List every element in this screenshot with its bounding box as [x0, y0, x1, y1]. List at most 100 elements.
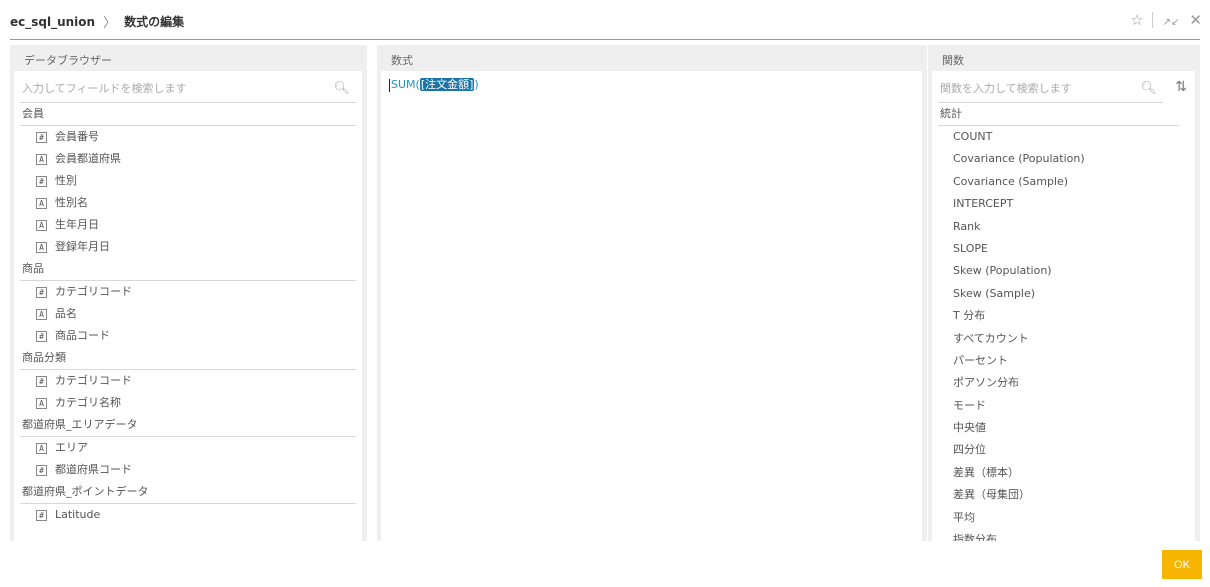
field-item[interactable]: A 会員都道府県	[14, 148, 362, 170]
field-item[interactable]: # 会員番号	[14, 126, 362, 148]
field-name: 商品コード	[55, 329, 110, 342]
breadcrumb-source[interactable]: ec_sql_union	[10, 15, 95, 29]
formula-editor[interactable]: SUM([注文金額])	[381, 71, 922, 541]
function-item[interactable]: 平均	[932, 507, 1195, 529]
field-name: 性別	[55, 174, 77, 187]
numeric-type-icon: #	[36, 509, 47, 521]
numeric-type-icon: #	[36, 131, 47, 143]
functions-body: 🔍︎ ⇅ 統計 COUNTCovariance (Population)Cova…	[932, 71, 1195, 541]
data-browser-title: データブラウザー	[24, 54, 112, 67]
function-item[interactable]: 差異（標本）	[932, 462, 1195, 484]
field-search-input[interactable]	[20, 75, 356, 101]
text-type-icon: A	[36, 153, 47, 165]
breadcrumb-separator: 〉	[103, 16, 117, 31]
function-item[interactable]: Covariance (Sample)	[932, 171, 1195, 193]
function-list: COUNT Covariance (Population) Covariance (…	[932, 126, 1195, 541]
close-icon[interactable]: ✕	[1189, 12, 1202, 28]
function-item[interactable]: 中央値	[932, 417, 1195, 439]
function-search-input[interactable]	[938, 75, 1163, 101]
function-item[interactable]: INTERCEPT	[932, 193, 1195, 215]
formula-close-paren: )	[474, 78, 479, 91]
field-item[interactable]: # カテゴリコード	[14, 370, 362, 392]
star-icon[interactable]: ☆	[1130, 12, 1143, 28]
numeric-type-icon: #	[36, 375, 47, 387]
field-item[interactable]: # 商品コード	[14, 325, 362, 347]
formula-text[interactable]: SUM([注文金額])	[389, 76, 479, 92]
field-item[interactable]: A 品名	[14, 303, 362, 325]
sort-icon[interactable]: ⇅	[1175, 79, 1187, 95]
field-search: 🔍︎	[20, 75, 356, 103]
text-type-icon: A	[36, 308, 47, 320]
function-item[interactable]: SLOPE	[932, 238, 1195, 260]
field-item[interactable]: A 登録年月日	[14, 236, 362, 258]
function-item[interactable]: T 分布	[932, 305, 1195, 327]
numeric-type-icon: #	[36, 175, 47, 187]
field-name: 品名	[55, 307, 77, 320]
search-icon[interactable]: 🔍︎	[1140, 81, 1157, 96]
collapse-icon[interactable]: ↗↙	[1163, 15, 1180, 31]
functions-title: 関数	[942, 54, 964, 67]
field-name: 会員都道府県	[55, 152, 121, 165]
numeric-type-icon: #	[36, 286, 47, 298]
formula-title: 数式	[391, 54, 413, 67]
data-browser-body: 🔍︎ 会員 # 会員番号 A 会員都道府県 # 性別 A 性別名 A 生年月日 A 登録年月日商品 # カテ…	[14, 71, 362, 541]
field-name: 会員番号	[55, 130, 99, 143]
function-search-row: 🔍︎ ⇅	[938, 75, 1189, 103]
page-title: 数式の編集	[124, 15, 185, 29]
function-item[interactable]: 差異（母集団）	[932, 484, 1195, 506]
search-icon[interactable]: 🔍︎	[333, 81, 350, 96]
field-group-header[interactable]: 都道府県_ポイントデータ	[20, 481, 356, 504]
field-name: 生年月日	[55, 218, 99, 231]
function-search: 🔍︎	[938, 75, 1163, 103]
text-cursor	[389, 78, 390, 92]
field-item[interactable]: A カテゴリ名称	[14, 392, 362, 414]
field-item[interactable]: # 性別	[14, 170, 362, 192]
function-item[interactable]: ポアソン分布	[932, 372, 1195, 394]
function-item[interactable]: パーセント	[932, 350, 1195, 372]
field-name: 登録年月日	[55, 240, 110, 253]
ok-button[interactable]: OK	[1162, 550, 1202, 579]
field-group-header[interactable]: 商品分類	[20, 347, 356, 370]
function-item[interactable]: Skew (Sample)	[932, 283, 1195, 305]
function-item[interactable]: 指数分布	[932, 529, 1195, 541]
field-name: カテゴリコード	[55, 374, 132, 387]
header-bar: ec_sql_union 〉 数式の編集 ☆ ↗↙ ✕	[0, 0, 1210, 40]
field-group-header[interactable]: 商品	[20, 258, 356, 281]
field-name: 性別名	[55, 196, 88, 209]
field-name: 都道府県コード	[55, 463, 132, 476]
function-item[interactable]: モード	[932, 395, 1195, 417]
field-name: カテゴリコード	[55, 285, 132, 298]
window-actions: ☆ ↗↙ ✕	[1130, 9, 1202, 31]
field-item[interactable]: A エリア	[14, 437, 362, 459]
field-name: エリア	[55, 441, 88, 454]
function-item[interactable]: COUNT	[932, 126, 1195, 148]
text-type-icon: A	[36, 397, 47, 409]
field-group-header[interactable]: 会員	[20, 103, 356, 126]
function-item[interactable]: Skew (Population)	[932, 260, 1195, 282]
field-item[interactable]: # Latitude	[14, 504, 362, 526]
function-item[interactable]: すべてカウント	[932, 328, 1195, 350]
formula-field-ref[interactable]: [注文金額]	[419, 78, 475, 91]
field-item[interactable]: A 性別名	[14, 192, 362, 214]
functions-panel: 関数 🔍︎ ⇅ 統計 COUNTCovariance (Population)C…	[928, 45, 1200, 541]
text-type-icon: A	[36, 219, 47, 231]
numeric-type-icon: #	[36, 330, 47, 342]
field-item[interactable]: # カテゴリコード	[14, 281, 362, 303]
function-item[interactable]: 四分位	[932, 439, 1195, 461]
function-item[interactable]: Covariance (Population)	[932, 148, 1195, 170]
field-item[interactable]: A 生年月日	[14, 214, 362, 236]
breadcrumb: ec_sql_union 〉 数式の編集	[10, 12, 185, 32]
field-name: カテゴリ名称	[55, 396, 121, 409]
numeric-type-icon: #	[36, 464, 47, 476]
field-item[interactable]: # 都道府県コード	[14, 459, 362, 481]
field-tree: 会員 # 会員番号 A 会員都道府県 # 性別 A 性別名 A 生年月日 A 登録年月日商品 # カテゴリコ…	[14, 103, 362, 526]
function-item[interactable]: Rank	[932, 216, 1195, 238]
field-name: Latitude	[55, 508, 101, 521]
function-category[interactable]: 統計	[938, 103, 1179, 126]
header-divider	[10, 39, 1200, 40]
field-group-header[interactable]: 都道府県_エリアデータ	[20, 414, 356, 437]
divider	[1151, 12, 1153, 28]
text-type-icon: A	[36, 197, 47, 209]
text-type-icon: A	[36, 241, 47, 253]
data-browser-panel: データブラウザー 🔍︎ 会員#会員番号A会員都道府県#性別A性別名A生年月日A登…	[10, 45, 367, 541]
